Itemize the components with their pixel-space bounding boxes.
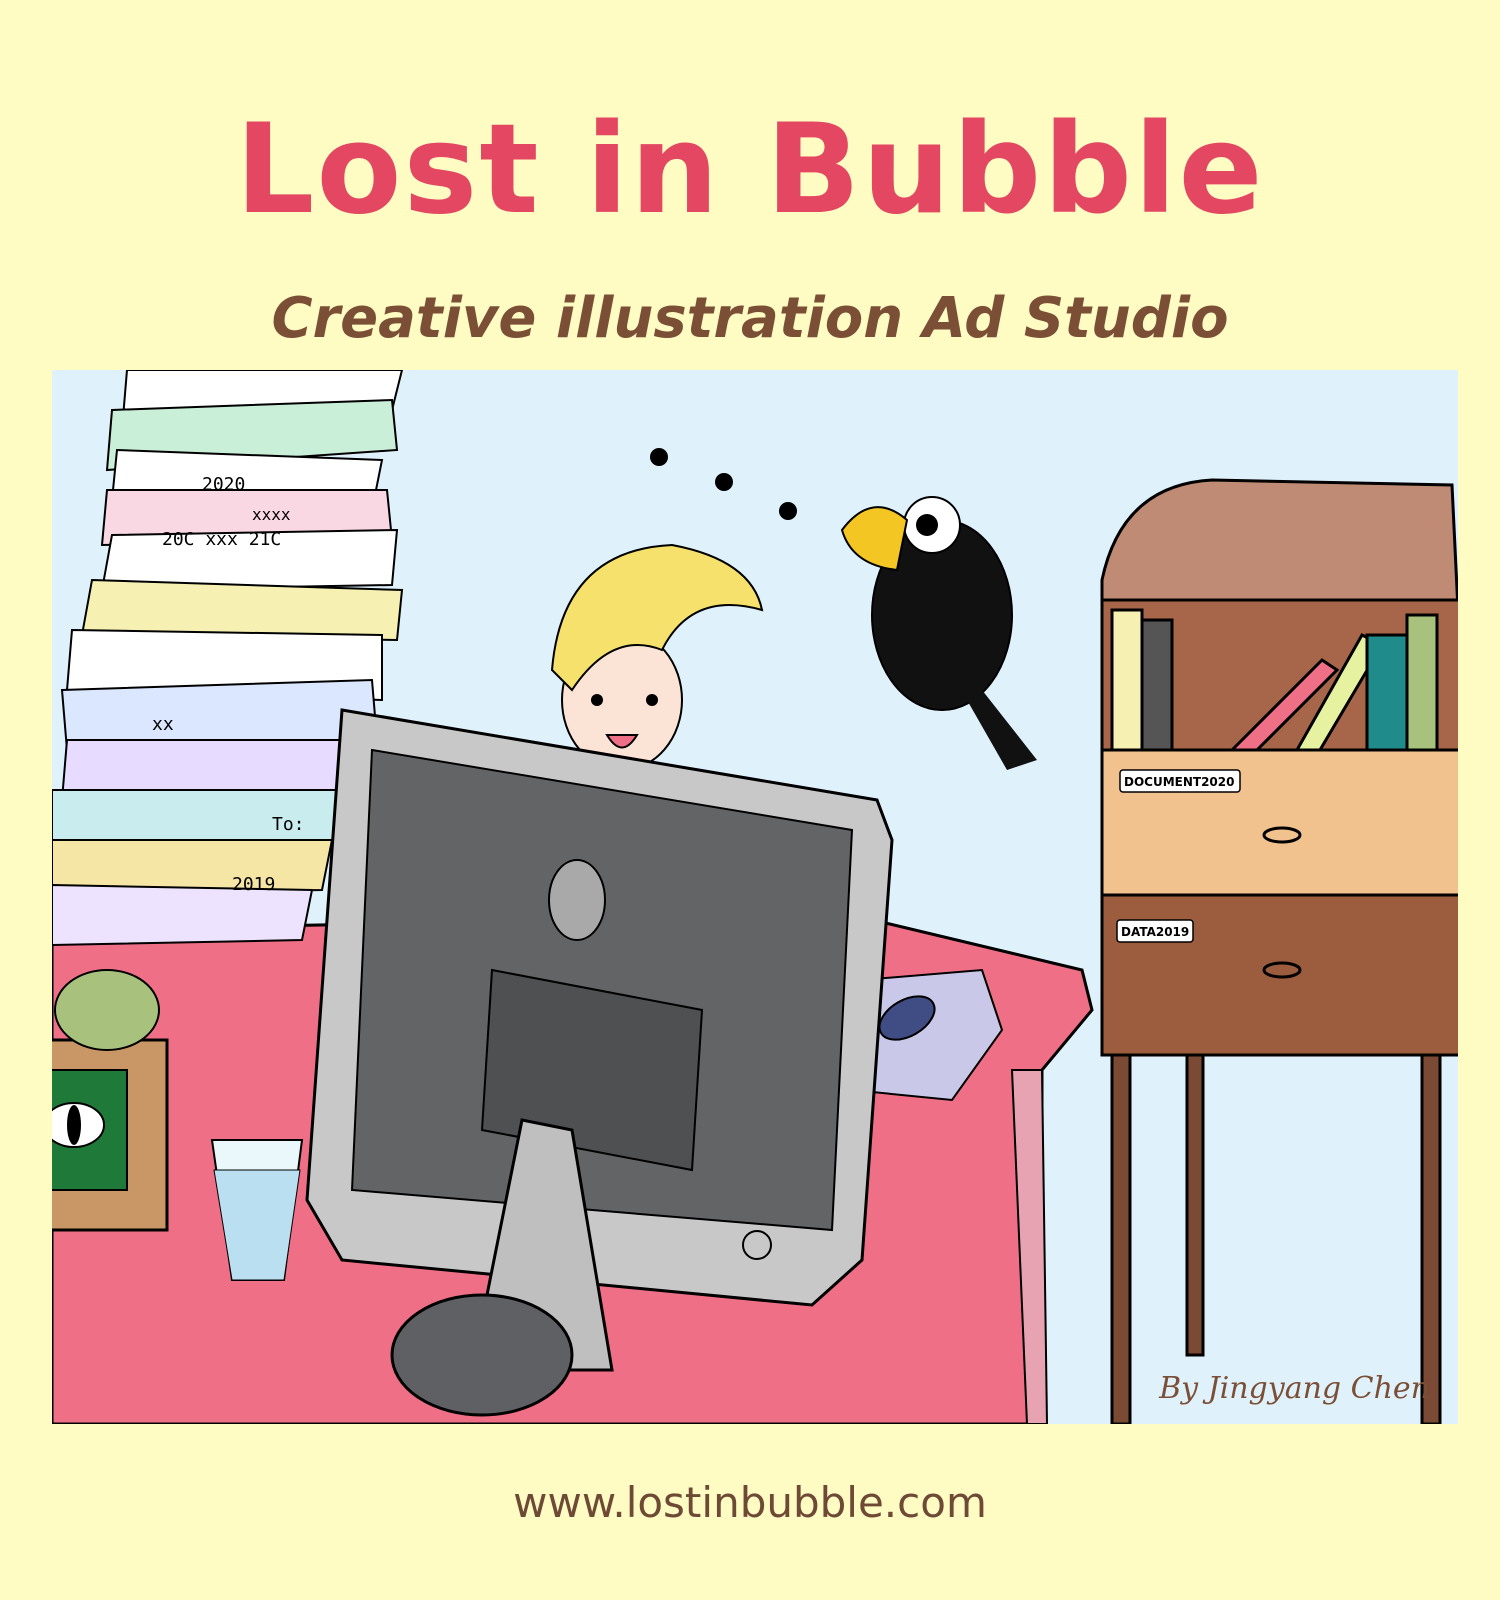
illustration: 2020 xxxx 20C xxx 21C To: 2019 xx DOCUME… [52,370,1458,1424]
paper-scribble-3: 20C xxx 21C [162,529,281,550]
paper-scribble-5: 2019 [232,874,275,895]
eye-pupil [67,1105,81,1145]
page-title: Lost in Bubble [235,98,1265,242]
drawer-label-data-text: DATA2019 [1121,925,1189,939]
paper-scribble-1: 2020 [202,474,245,495]
cabinet [1100,478,1458,1424]
illustration-drawing: 2020 xxxx 20C xxx 21C To: 2019 xx DOCUME… [52,370,1458,1424]
website-link[interactable]: www.lostinbubble.com [0,1478,1500,1527]
page-subtitle: Creative illustration Ad Studio [271,286,1229,351]
thought-dot-1 [650,448,668,466]
cactus [54,969,160,1051]
paper-scribble-2: xxxx [252,505,291,524]
drawer-label-document-text: DOCUMENT2020 [1124,775,1234,789]
crow [840,496,1037,770]
person [550,543,764,771]
paper-scribble-6: xx [152,714,174,735]
paper-scribble-4: To: [272,814,305,835]
thought-dot-3 [779,502,797,520]
thought-dot-2 [715,473,733,491]
artist-credit: By Jingyang Chen [1159,1371,1430,1406]
